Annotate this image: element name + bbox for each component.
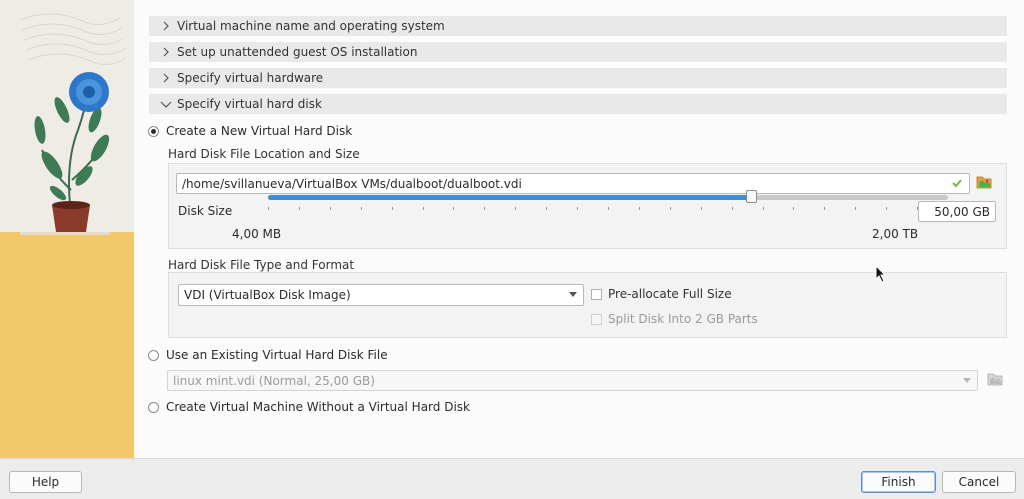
slider-tick bbox=[732, 207, 733, 210]
split-disk-checkbox bbox=[591, 313, 602, 325]
chevron-down-icon bbox=[569, 292, 577, 297]
preallocate-option[interactable]: Pre-allocate Full Size bbox=[591, 287, 732, 301]
disk-size-input[interactable]: 50,00 GB bbox=[918, 201, 996, 222]
slider-tick bbox=[670, 207, 671, 210]
slider-tick bbox=[701, 207, 702, 210]
section-virtual-hard-disk[interactable]: Specify virtual hard disk bbox=[149, 94, 1007, 114]
chevron-right-icon bbox=[159, 45, 173, 59]
section-label: Specify virtual hardware bbox=[177, 71, 324, 85]
section-virtual-hardware[interactable]: Specify virtual hardware bbox=[149, 68, 1007, 88]
check-icon bbox=[951, 177, 963, 192]
slider-tick bbox=[299, 207, 300, 210]
location-size-frame: /home/svillanueva/VirtualBox VMs/dualboo… bbox=[168, 163, 1007, 249]
no-disk-radio[interactable] bbox=[148, 401, 159, 413]
no-disk-option[interactable]: Create Virtual Machine Without a Virtual… bbox=[148, 400, 470, 414]
disk-size-slider-fill bbox=[268, 195, 751, 200]
use-existing-disk-radio[interactable] bbox=[148, 349, 159, 361]
disk-size-slider[interactable] bbox=[268, 190, 948, 203]
slider-tick bbox=[361, 207, 362, 210]
slider-tick bbox=[546, 207, 547, 210]
disk-path-input[interactable]: /home/svillanueva/VirtualBox VMs/dualboo… bbox=[176, 173, 970, 194]
slider-tick bbox=[639, 207, 640, 210]
slider-tick bbox=[824, 207, 825, 210]
existing-disk-value: linux mint.vdi (Normal, 25,00 GB) bbox=[173, 373, 375, 388]
disk-size-slider-handle[interactable] bbox=[746, 190, 757, 203]
slider-tick bbox=[577, 207, 578, 210]
split-disk-label: Split Disk Into 2 GB Parts bbox=[608, 312, 758, 326]
disk-path-value: /home/svillanueva/VirtualBox VMs/dualboo… bbox=[182, 176, 522, 191]
folder-open-icon bbox=[976, 175, 992, 192]
slider-tick bbox=[268, 207, 269, 210]
disk-size-label: Disk Size bbox=[178, 204, 233, 218]
wizard-illustration bbox=[0, 0, 134, 458]
slider-tick bbox=[855, 207, 856, 210]
split-disk-option: Split Disk Into 2 GB Parts bbox=[591, 312, 758, 326]
create-new-disk-label: Create a New Virtual Hard Disk bbox=[166, 124, 353, 138]
disk-format-value: VDI (VirtualBox Disk Image) bbox=[184, 288, 351, 302]
disk-size-value: 50,00 GB bbox=[934, 204, 990, 219]
section-label: Set up unattended guest OS installation bbox=[177, 45, 418, 59]
chevron-right-icon bbox=[159, 71, 173, 85]
preallocate-label: Pre-allocate Full Size bbox=[608, 287, 732, 301]
main-panel: Virtual machine name and operating syste… bbox=[134, 0, 1024, 458]
slider-tick bbox=[515, 207, 516, 210]
slider-tick bbox=[763, 207, 764, 210]
slider-tick bbox=[330, 207, 331, 210]
cursor-icon bbox=[875, 264, 887, 286]
chevron-down-icon bbox=[963, 378, 971, 383]
cancel-button[interactable]: Cancel bbox=[942, 471, 1016, 493]
no-disk-label: Create Virtual Machine Without a Virtual… bbox=[166, 400, 470, 414]
folder-open-icon bbox=[987, 372, 1003, 389]
chevron-down-icon bbox=[159, 97, 173, 111]
dialog-footer: Help Finish Cancel bbox=[0, 458, 1024, 499]
create-new-disk-radio[interactable] bbox=[148, 125, 159, 137]
section-vm-name-os[interactable]: Virtual machine name and operating syste… bbox=[149, 16, 1007, 36]
slider-tick bbox=[793, 207, 794, 210]
finish-button[interactable]: Finish bbox=[861, 471, 936, 493]
slider-tick bbox=[423, 207, 424, 210]
section-label: Specify virtual hard disk bbox=[177, 97, 322, 111]
slider-max-label: 2,00 TB bbox=[872, 227, 919, 241]
disk-format-select[interactable]: VDI (VirtualBox Disk Image) bbox=[178, 284, 584, 306]
format-group-title: Hard Disk File Type and Format bbox=[168, 258, 355, 272]
use-existing-disk-option[interactable]: Use an Existing Virtual Hard Disk File bbox=[148, 348, 388, 362]
choose-existing-disk-button bbox=[986, 371, 1004, 389]
existing-disk-select: linux mint.vdi (Normal, 25,00 GB) bbox=[167, 370, 978, 391]
slider-tick bbox=[886, 207, 887, 210]
section-label: Virtual machine name and operating syste… bbox=[177, 19, 445, 33]
slider-tick bbox=[484, 207, 485, 210]
location-group-title: Hard Disk File Location and Size bbox=[168, 147, 360, 161]
slider-tick bbox=[453, 207, 454, 210]
chevron-right-icon bbox=[159, 19, 173, 33]
slider-min-label: 4,00 MB bbox=[232, 227, 282, 241]
slider-tick bbox=[392, 207, 393, 210]
slider-tick bbox=[608, 207, 609, 210]
section-unattended-install[interactable]: Set up unattended guest OS installation bbox=[149, 42, 1007, 62]
preallocate-checkbox[interactable] bbox=[591, 288, 602, 300]
create-new-disk-option[interactable]: Create a New Virtual Hard Disk bbox=[148, 124, 352, 138]
use-existing-disk-label: Use an Existing Virtual Hard Disk File bbox=[166, 348, 388, 362]
choose-disk-location-button[interactable] bbox=[975, 174, 993, 192]
help-button[interactable]: Help bbox=[9, 471, 82, 493]
